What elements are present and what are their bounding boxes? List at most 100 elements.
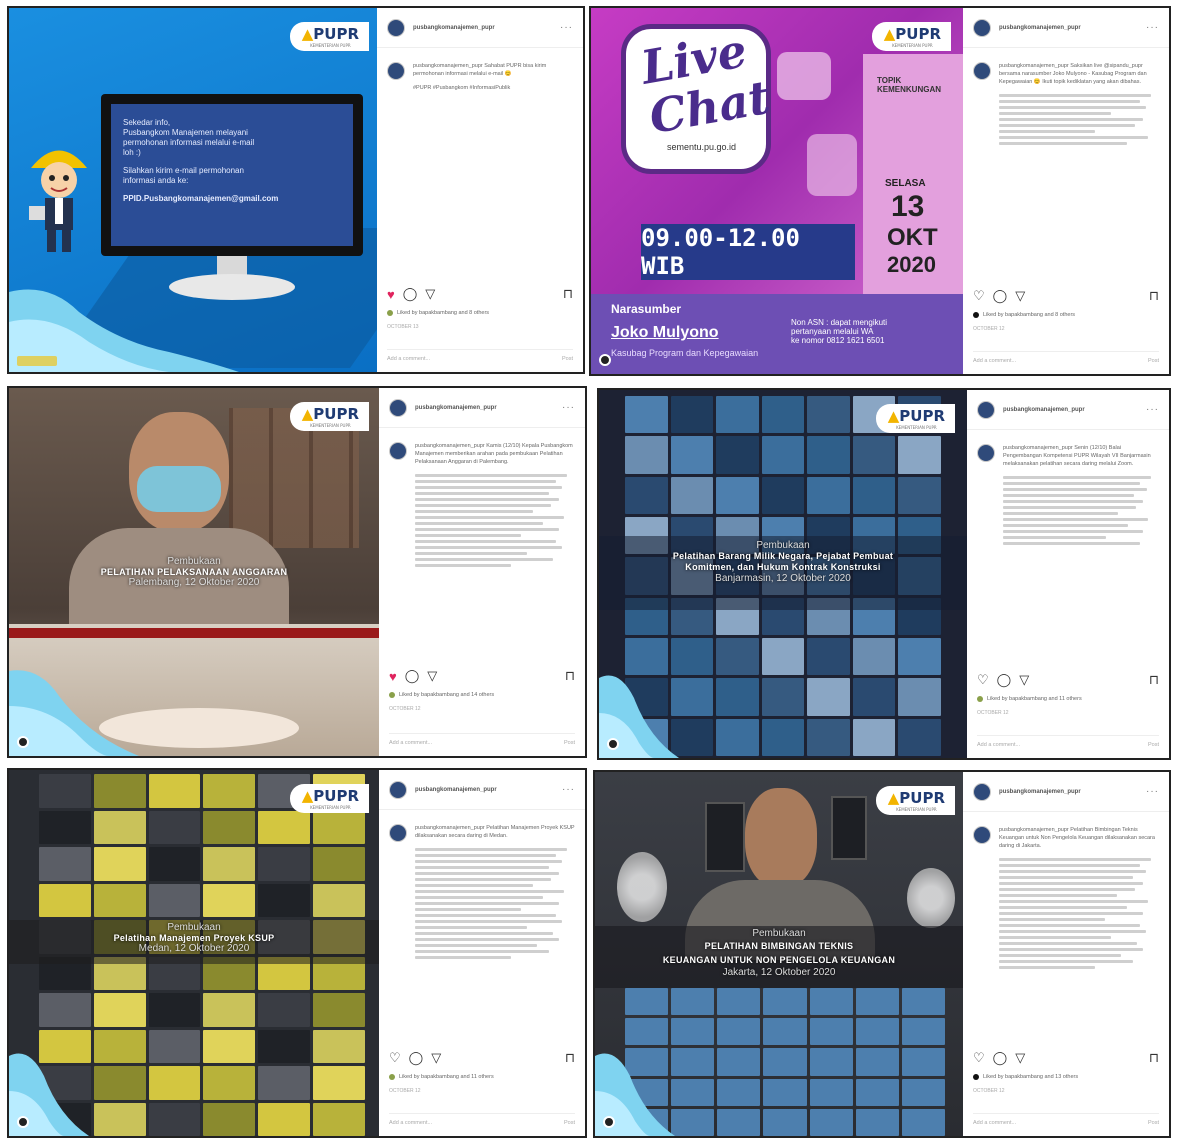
date-month: OKT bbox=[887, 224, 938, 251]
likes-line[interactable]: Liked by bapakbambang and 11 others bbox=[977, 696, 1161, 702]
caption-avatar[interactable] bbox=[973, 826, 991, 844]
mascot-illustration bbox=[29, 150, 87, 252]
bookmark-icon[interactable]: ⊓ bbox=[563, 286, 573, 302]
share-icon[interactable]: ▽ bbox=[425, 286, 435, 302]
bookmark-icon[interactable]: ⊓ bbox=[565, 668, 575, 684]
video-tile bbox=[93, 847, 146, 881]
post-time: OCTOBER 12 bbox=[973, 1088, 1005, 1094]
narasumber-label: Narasumber bbox=[611, 302, 682, 316]
likes-line[interactable]: Liked by bapakbambang and 8 others bbox=[973, 312, 1161, 318]
post-button[interactable]: Post bbox=[562, 356, 573, 362]
liker-avatar bbox=[973, 312, 979, 318]
action-bar: ♥ ◯ ▽ ⊓ bbox=[387, 286, 573, 302]
caption: pusbangkomanajemen_pupr Pelatihan Bimbin… bbox=[963, 812, 1169, 969]
comment-icon[interactable]: ◯ bbox=[403, 286, 418, 302]
slide-title: Pembukaan PELATIHAN PELAKSANAAN ANGGARAN… bbox=[9, 556, 379, 588]
comment-input[interactable]: Add a comment... bbox=[389, 1120, 564, 1126]
post-card-1: Sekedar info, Pusbangkom Manajemen melay… bbox=[7, 6, 585, 374]
share-icon[interactable]: ▽ bbox=[1019, 672, 1029, 688]
more-icon[interactable]: ··· bbox=[1146, 22, 1159, 33]
comment-icon[interactable]: ◯ bbox=[993, 1050, 1008, 1066]
caption-avatar[interactable] bbox=[977, 444, 995, 462]
heart-icon[interactable]: ♥ bbox=[389, 669, 397, 684]
share-icon[interactable]: ▽ bbox=[427, 668, 437, 684]
carousel-icon bbox=[17, 1116, 29, 1128]
comment-input[interactable]: Add a comment... bbox=[387, 356, 562, 362]
profile-avatar[interactable] bbox=[389, 398, 407, 417]
decorative-wave bbox=[9, 1053, 89, 1136]
comment-input[interactable]: Add a comment... bbox=[973, 1120, 1148, 1126]
profile-avatar[interactable] bbox=[973, 18, 991, 37]
comment-input[interactable]: Add a comment... bbox=[389, 740, 564, 746]
comment-icon[interactable]: ◯ bbox=[997, 672, 1012, 688]
bookmark-icon[interactable]: ⊓ bbox=[1149, 1050, 1159, 1066]
likes-line[interactable]: Liked by bapakbambang and 11 others bbox=[389, 1074, 577, 1080]
post-image-3[interactable]: Pembukaan PELATIHAN PELAKSANAAN ANGGARAN… bbox=[9, 388, 379, 756]
post-image-6[interactable]: Pembukaan PELATIHAN BIMBINGAN TEKNIS KEU… bbox=[595, 772, 963, 1136]
video-tile bbox=[716, 396, 759, 434]
username[interactable]: pusbangkomanajemen_pupr bbox=[999, 25, 1138, 31]
post-button[interactable]: Post bbox=[1148, 1120, 1159, 1126]
caption-avatar[interactable] bbox=[387, 62, 405, 80]
likes-text: Liked by bapakbambang and 14 others bbox=[399, 692, 495, 698]
post-button[interactable]: Post bbox=[564, 1120, 575, 1126]
caption-hashtags[interactable]: #PUPR #Pusbangkom #InformasiPublik bbox=[413, 84, 573, 92]
post-image-5[interactable]: Pembukaan Pelatihan Manajemen Proyek KSU… bbox=[9, 770, 379, 1136]
video-tile bbox=[855, 988, 899, 1016]
caption-placeholder-lines bbox=[415, 848, 575, 959]
heart-icon[interactable]: ♥ bbox=[387, 287, 395, 302]
video-tile bbox=[763, 1018, 807, 1046]
bookmark-icon[interactable]: ⊓ bbox=[1149, 288, 1159, 304]
comment-input[interactable]: Add a comment... bbox=[977, 742, 1148, 748]
video-tile bbox=[39, 993, 91, 1027]
video-tile bbox=[313, 810, 365, 844]
bookmark-icon[interactable]: ⊓ bbox=[1149, 672, 1159, 688]
bookmark-icon[interactable]: ⊓ bbox=[565, 1050, 575, 1066]
more-icon[interactable]: ··· bbox=[1146, 786, 1159, 797]
video-tile bbox=[203, 883, 256, 917]
profile-avatar[interactable] bbox=[977, 400, 995, 419]
heart-icon[interactable]: ♡ bbox=[973, 1050, 985, 1066]
comment-icon[interactable]: ◯ bbox=[993, 288, 1008, 304]
likes-text: Liked by bapakbambang and 11 others bbox=[399, 1074, 494, 1080]
video-tile bbox=[761, 476, 805, 514]
more-icon[interactable]: ··· bbox=[560, 22, 573, 33]
post-image-2[interactable]: Live Chat sementu.pu.go.id 09.00-12.00 W… bbox=[591, 8, 963, 374]
heart-icon[interactable]: ♡ bbox=[977, 672, 989, 688]
post-button[interactable]: Post bbox=[564, 740, 575, 746]
share-icon[interactable]: ▽ bbox=[431, 1050, 441, 1066]
username[interactable]: pusbangkomanajemen_pupr bbox=[415, 787, 554, 793]
likes-line[interactable]: Liked by bapakbambang and 13 others bbox=[973, 1074, 1161, 1080]
more-icon[interactable]: ··· bbox=[562, 402, 575, 413]
slide-email: PPID.Pusbangkomanajemen@gmail.com bbox=[123, 194, 279, 203]
likes-line[interactable]: Liked by bapakbambang and 14 others bbox=[389, 692, 577, 698]
caption-avatar[interactable] bbox=[389, 442, 407, 460]
video-tile bbox=[313, 883, 365, 917]
username[interactable]: pusbangkomanajemen_pupr bbox=[1003, 407, 1138, 413]
post-image-1[interactable]: Sekedar info, Pusbangkom Manajemen melay… bbox=[9, 8, 377, 372]
post-button[interactable]: Post bbox=[1148, 742, 1159, 748]
comment-box: Add a comment... Post bbox=[973, 1113, 1159, 1126]
heart-icon[interactable]: ♡ bbox=[389, 1050, 401, 1066]
comment-input[interactable]: Add a comment... bbox=[973, 358, 1148, 364]
more-icon[interactable]: ··· bbox=[562, 784, 575, 795]
video-tile bbox=[807, 476, 850, 514]
profile-avatar[interactable] bbox=[389, 780, 407, 799]
post-button[interactable]: Post bbox=[1148, 358, 1159, 364]
caption-avatar[interactable] bbox=[973, 62, 991, 80]
username[interactable]: pusbangkomanajemen_pupr bbox=[413, 25, 552, 31]
profile-avatar[interactable] bbox=[387, 18, 405, 37]
username[interactable]: pusbangkomanajemen_pupr bbox=[415, 405, 554, 411]
post-image-4[interactable]: Pembukaan Pelatihan Barang Milik Negara,… bbox=[599, 390, 967, 758]
caption: pusbangkomanajemen_pupr Kamis (12/10) Ke… bbox=[379, 428, 585, 567]
share-icon[interactable]: ▽ bbox=[1015, 288, 1025, 304]
share-icon[interactable]: ▽ bbox=[1015, 1050, 1025, 1066]
more-icon[interactable]: ··· bbox=[1146, 404, 1159, 415]
comment-icon[interactable]: ◯ bbox=[405, 668, 420, 684]
likes-line[interactable]: Liked by bapakbambang and 8 others bbox=[387, 310, 575, 316]
comment-icon[interactable]: ◯ bbox=[409, 1050, 424, 1066]
caption-avatar[interactable] bbox=[389, 824, 407, 842]
username[interactable]: pusbangkomanajemen_pupr bbox=[999, 789, 1138, 795]
profile-avatar[interactable] bbox=[973, 782, 991, 801]
heart-icon[interactable]: ♡ bbox=[973, 288, 985, 304]
